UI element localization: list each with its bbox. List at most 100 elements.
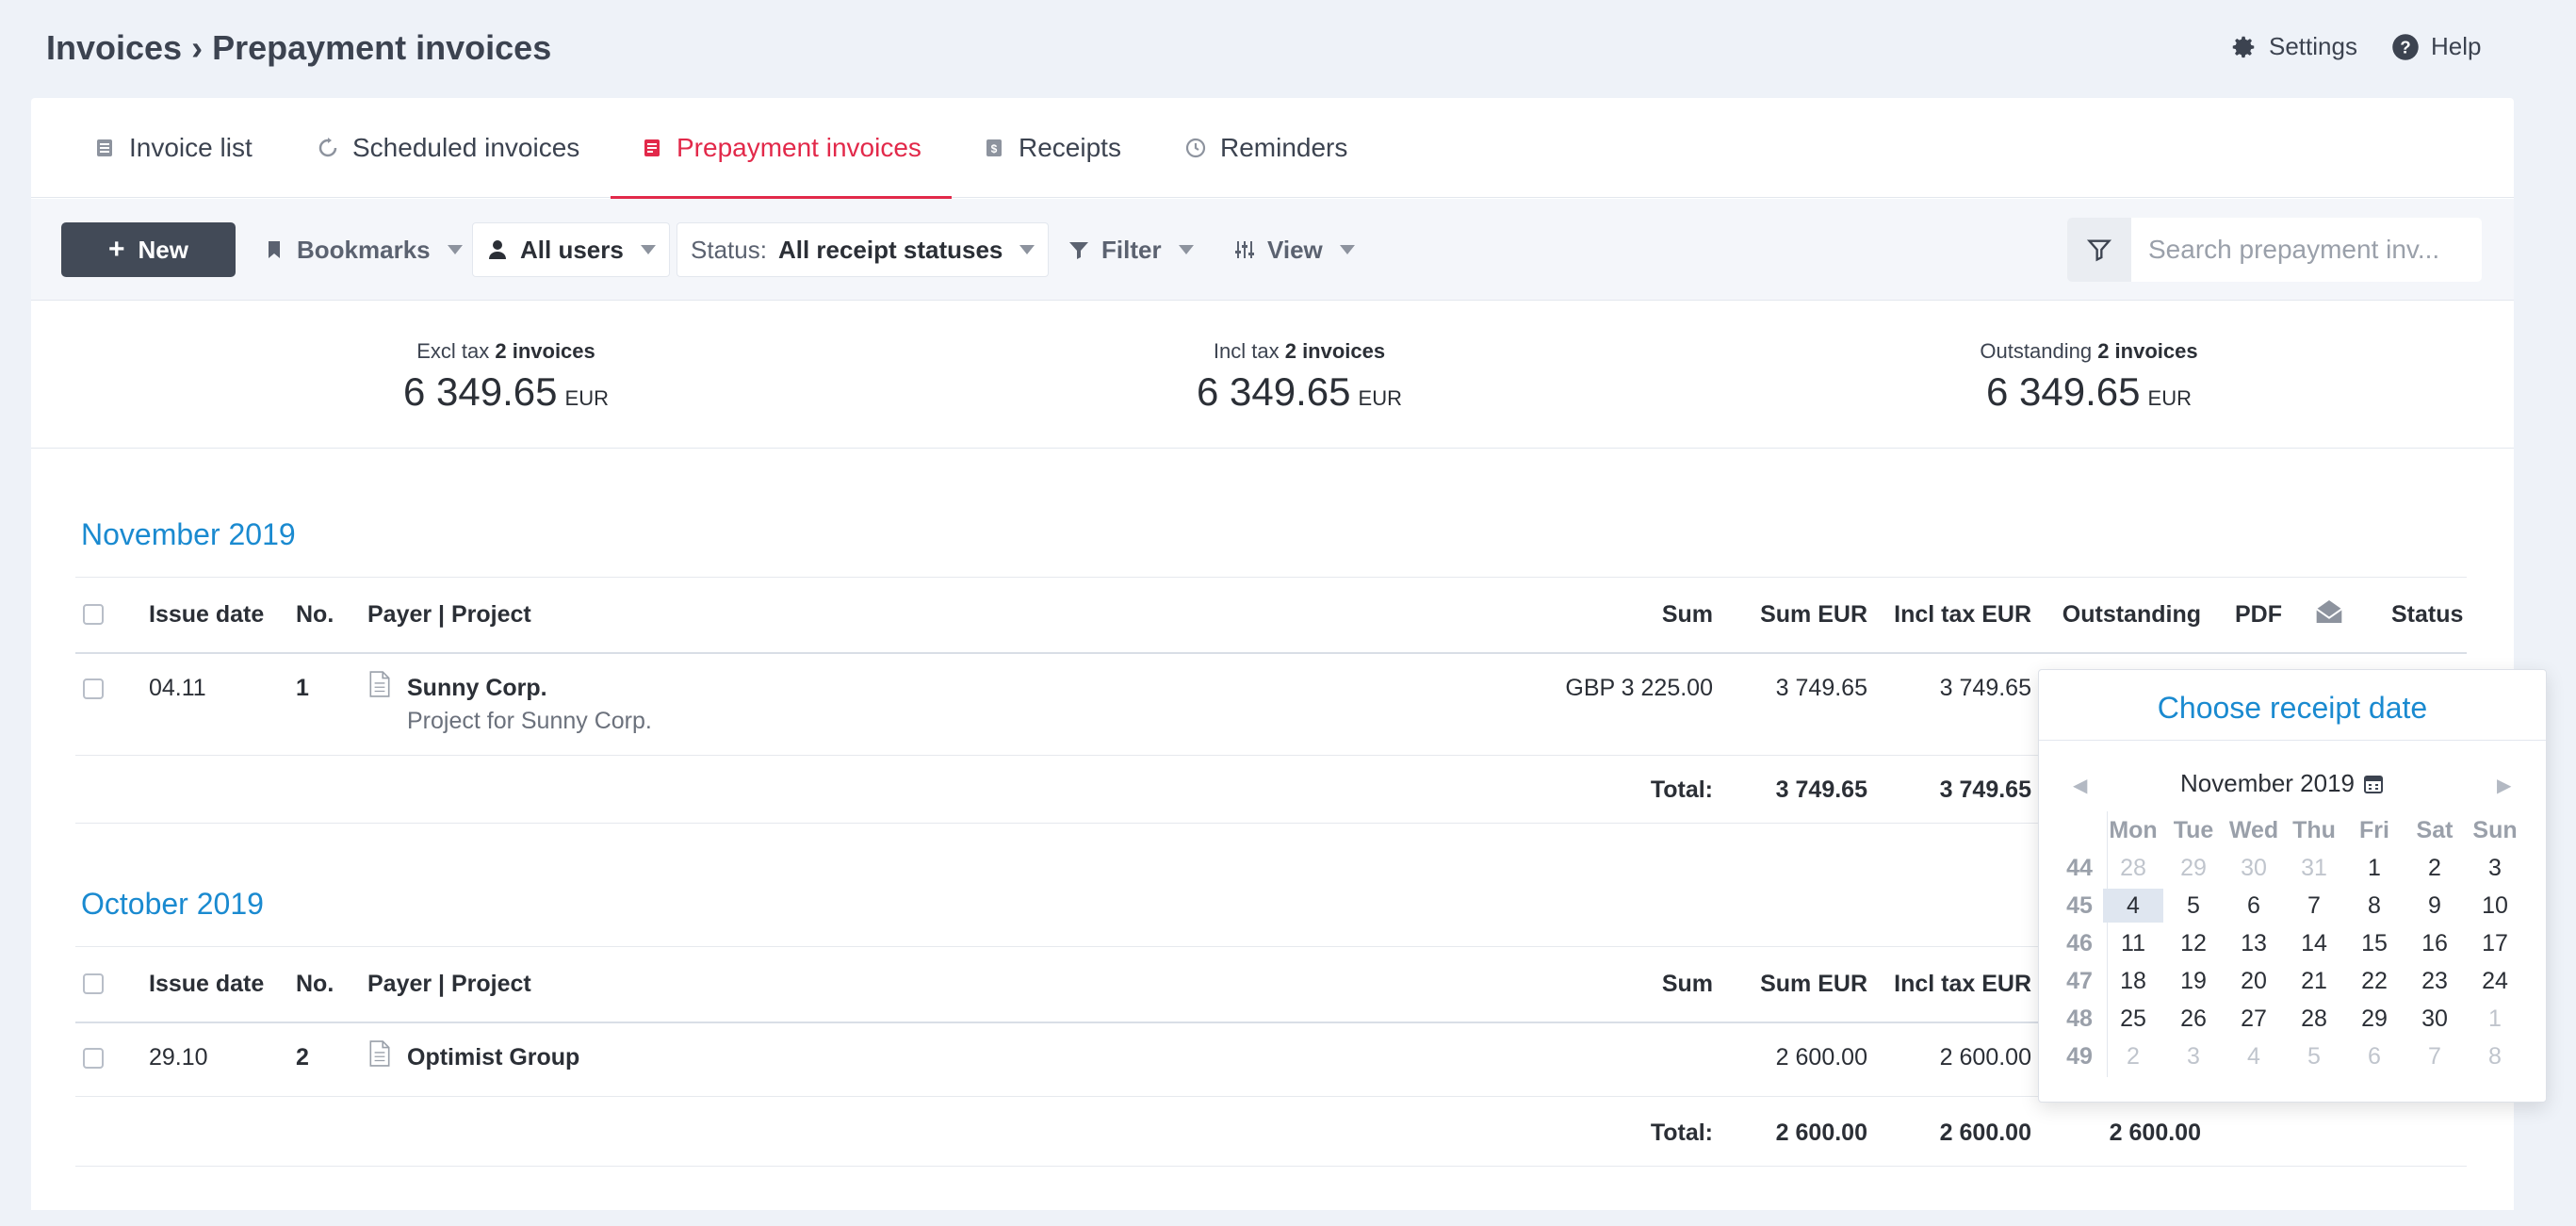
calendar-day[interactable]: 28 [2103,851,2163,885]
search-input[interactable] [2131,235,2480,265]
calendar-icon [2364,775,2383,793]
calendar-day[interactable]: 19 [2163,964,2224,998]
clock-icon [1185,138,1206,158]
calendar-day[interactable]: 3 [2465,851,2525,885]
calendar-day[interactable]: 27 [2224,1002,2284,1036]
calendar-day[interactable]: 24 [2465,964,2525,998]
col-issue-date[interactable]: Issue date [149,601,264,629]
calendar-day[interactable]: 8 [2465,1039,2525,1073]
weekday: Thu [2292,817,2336,843]
help-link[interactable]: ? Help [2391,32,2481,61]
calendar-day[interactable]: 15 [2344,926,2405,960]
weekday: Wed [2228,817,2279,843]
calendar-day[interactable]: 4 [2103,889,2163,923]
search-filter-button[interactable] [2067,218,2131,282]
calendar-day[interactable]: 13 [2224,926,2284,960]
tab-prepayment-invoices[interactable]: Prepayment invoices [611,98,952,199]
plus-icon: + [108,234,125,265]
total-row: Total: 2 600.00 2 600.00 2 600.00 [75,1097,2467,1167]
col-sum-eur[interactable]: Sum EUR [1760,601,1867,629]
filter-dropdown[interactable]: Filter [1054,222,1207,277]
month-heading: October 2019 [81,887,264,921]
status-dropdown[interactable]: Status: All receipt statuses [677,222,1050,277]
calendar-day[interactable]: 5 [2163,889,2224,923]
col-incl-tax[interactable]: Incl tax EUR [1894,601,2031,629]
calendar-day[interactable]: 11 [2103,926,2163,960]
col-sum[interactable]: Sum [1662,971,1713,998]
payer-link[interactable]: Optimist Group [407,1044,579,1071]
settings-link[interactable]: Settings [2229,32,2357,61]
calendar-day[interactable]: 1 [2344,851,2405,885]
calendar-day[interactable]: 22 [2344,964,2405,998]
calendar-day[interactable]: 7 [2405,1039,2465,1073]
calendar-day[interactable]: 3 [2163,1039,2224,1073]
calendar-day[interactable]: 29 [2344,1002,2405,1036]
calendar-day[interactable]: 16 [2405,926,2465,960]
col-outstanding[interactable]: Outstanding [2062,601,2201,629]
tab-scheduled-invoices[interactable]: Scheduled invoices [317,98,579,198]
col-no[interactable]: No. [296,971,334,998]
row-checkbox[interactable] [83,678,104,699]
calendar-day[interactable]: 17 [2465,926,2525,960]
payer-link[interactable]: Sunny Corp. [407,675,547,702]
calendar-day[interactable]: 30 [2224,851,2284,885]
divider [2039,740,2546,741]
chevron-down-icon [1178,245,1194,254]
invoice-icon [644,139,660,156]
calendar-day[interactable]: 23 [2405,964,2465,998]
calendar-day[interactable]: 28 [2284,1002,2344,1036]
calendar-day[interactable]: 4 [2224,1039,2284,1073]
calendar-day[interactable]: 20 [2224,964,2284,998]
total-label: Total: [1650,776,1713,803]
calendar-day[interactable]: 26 [2163,1002,2224,1036]
calendar-day[interactable]: 5 [2284,1039,2344,1073]
calendar-day[interactable]: 14 [2284,926,2344,960]
users-dropdown[interactable]: All users [472,222,670,277]
page-title: Invoices › Prepayment invoices [46,28,552,67]
calendar-day[interactable]: 2 [2103,1039,2163,1073]
calendar-day[interactable]: 25 [2103,1002,2163,1036]
calendar-day[interactable]: 2 [2405,851,2465,885]
new-button[interactable]: + New [61,222,236,277]
prev-month-button[interactable]: ◀ [2073,774,2087,797]
calendar-day[interactable]: 9 [2405,889,2465,923]
calendar-day[interactable]: 1 [2465,1002,2525,1036]
calendar-day[interactable]: 21 [2284,964,2344,998]
month-heading: November 2019 [81,517,296,551]
col-no[interactable]: No. [296,601,334,629]
calendar-day[interactable]: 31 [2284,851,2344,885]
calendar-day[interactable]: 12 [2163,926,2224,960]
col-status[interactable]: Status [2391,601,2463,629]
invoice-number[interactable]: 1 [296,675,309,702]
col-sum[interactable]: Sum [1662,601,1713,629]
tab-receipts[interactable]: $ Receipts [983,98,1121,198]
col-payer[interactable]: Payer | Project [367,971,531,998]
col-payer[interactable]: Payer | Project [367,601,531,629]
month-label[interactable]: November 2019 [2180,769,2385,798]
calendar-day[interactable]: 18 [2103,964,2163,998]
incl-tax-value: 3 749.65 [1939,675,2031,701]
calendar-day[interactable]: 6 [2224,889,2284,923]
bookmarks-dropdown[interactable]: Bookmarks [250,222,476,277]
tab-invoice-list[interactable]: Invoice list [93,98,253,198]
select-all-checkbox[interactable] [83,604,104,625]
col-incl-tax[interactable]: Incl tax EUR [1894,971,2031,998]
col-issue-date[interactable]: Issue date [149,971,264,998]
col-sum-eur[interactable]: Sum EUR [1760,971,1867,998]
invoice-number[interactable]: 2 [296,1044,309,1071]
select-all-checkbox[interactable] [83,973,104,994]
calendar-day[interactable]: 6 [2344,1039,2405,1073]
project-link[interactable]: Project for Sunny Corp. [407,708,652,735]
sum-eur-value: 3 749.65 [1775,675,1867,701]
calendar-day[interactable]: 7 [2284,889,2344,923]
col-pdf[interactable]: PDF [2235,601,2282,629]
calendar-day[interactable]: 8 [2344,889,2405,923]
row-checkbox[interactable] [83,1048,104,1069]
calendar-day[interactable]: 10 [2465,889,2525,923]
issue-date: 04.11 [149,675,206,701]
calendar-day[interactable]: 30 [2405,1002,2465,1036]
tab-reminders[interactable]: Reminders [1184,98,1347,198]
calendar-day[interactable]: 29 [2163,851,2224,885]
view-dropdown[interactable]: View [1220,222,1368,277]
next-month-button[interactable]: ▶ [2497,774,2511,797]
